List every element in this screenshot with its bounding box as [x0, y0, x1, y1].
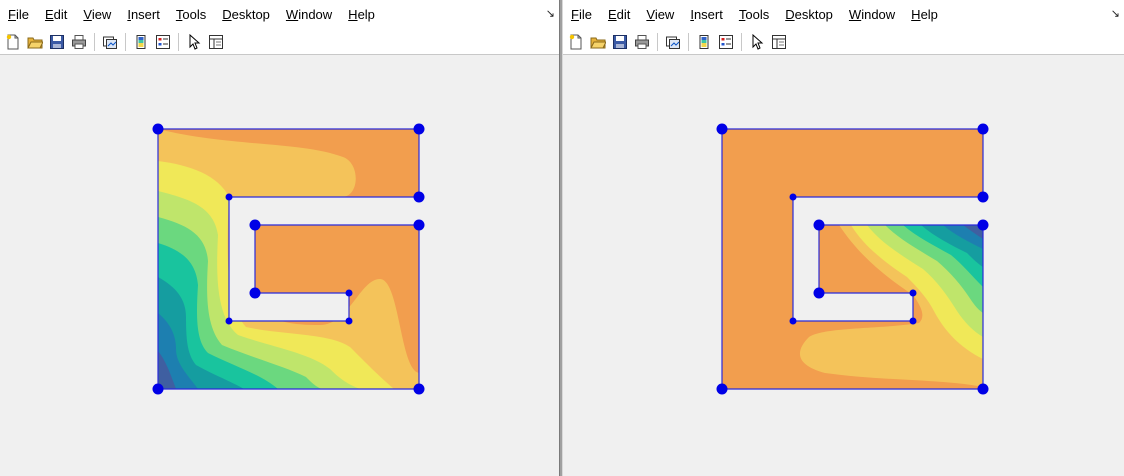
menu-bar: File Edit View Insert Tools Desktop Wind… [0, 0, 559, 30]
insert-legend-icon[interactable] [716, 32, 736, 52]
vertex-point[interactable] [413, 123, 425, 135]
open-file-icon[interactable] [25, 32, 45, 52]
menu-file[interactable]: File [563, 0, 600, 30]
vertex-point[interactable] [225, 317, 233, 325]
toolbar-separator [688, 33, 689, 51]
figure-toolbar [0, 30, 559, 55]
menu-desktop[interactable]: Desktop [777, 0, 841, 30]
vertex-point[interactable] [152, 383, 164, 395]
filled-contour-region-right [722, 129, 983, 389]
toolbar-separator [741, 33, 742, 51]
menu-edit[interactable]: Edit [37, 0, 75, 30]
property-inspector-icon[interactable] [206, 32, 226, 52]
vertex-point[interactable] [249, 219, 261, 231]
dock-arrow-icon[interactable]: ↘ [546, 7, 555, 20]
vertex-point[interactable] [413, 219, 425, 231]
menu-help[interactable]: Help [340, 0, 383, 30]
vertex-point[interactable] [152, 123, 164, 135]
new-file-icon[interactable] [3, 32, 23, 52]
print-icon[interactable] [69, 32, 89, 52]
insert-legend-icon[interactable] [153, 32, 173, 52]
figure-toolbar [563, 30, 1124, 55]
filled-contour-region-left [158, 129, 419, 389]
insert-colorbar-icon[interactable] [694, 32, 714, 52]
vertex-point[interactable] [909, 289, 917, 297]
insert-colorbar-icon[interactable] [131, 32, 151, 52]
menu-window[interactable]: Window [841, 0, 903, 30]
toolbar-separator [178, 33, 179, 51]
link-plot-icon[interactable] [100, 32, 120, 52]
menu-window[interactable]: Window [278, 0, 340, 30]
menu-desktop[interactable]: Desktop [214, 0, 278, 30]
menu-edit[interactable]: Edit [600, 0, 638, 30]
toolbar-separator [94, 33, 95, 51]
plot-axes-left [152, 123, 425, 395]
vertex-point[interactable] [909, 317, 917, 325]
link-plot-icon[interactable] [663, 32, 683, 52]
vertex-point[interactable] [977, 123, 989, 135]
vertex-point[interactable] [977, 219, 989, 231]
open-file-icon[interactable] [588, 32, 608, 52]
menu-insert[interactable]: Insert [682, 0, 731, 30]
menu-file[interactable]: File [0, 0, 37, 30]
plot-axes-right [716, 123, 989, 395]
pointer-icon[interactable] [747, 32, 767, 52]
new-file-icon[interactable] [566, 32, 586, 52]
vertex-point[interactable] [249, 287, 261, 299]
vertex-point[interactable] [813, 287, 825, 299]
vertex-point[interactable] [345, 317, 353, 325]
menu-tools[interactable]: Tools [731, 0, 777, 30]
dock-arrow-icon[interactable]: ↘ [1111, 7, 1120, 20]
vertex-point[interactable] [789, 193, 797, 201]
menu-insert[interactable]: Insert [119, 0, 168, 30]
figure-window-left: File Edit View Insert Tools Desktop Wind… [0, 0, 559, 476]
vertex-point[interactable] [813, 219, 825, 231]
vertex-point[interactable] [225, 193, 233, 201]
save-icon[interactable] [610, 32, 630, 52]
pointer-icon[interactable] [184, 32, 204, 52]
menu-view[interactable]: View [75, 0, 119, 30]
vertex-point[interactable] [413, 191, 425, 203]
vertex-point[interactable] [977, 191, 989, 203]
vertex-point[interactable] [345, 289, 353, 297]
menu-bar: File Edit View Insert Tools Desktop Wind… [563, 0, 1124, 30]
toolbar-separator [125, 33, 126, 51]
menu-tools[interactable]: Tools [168, 0, 214, 30]
print-icon[interactable] [632, 32, 652, 52]
vertex-point[interactable] [716, 123, 728, 135]
vertex-point[interactable] [716, 383, 728, 395]
figure-window-right: File Edit View Insert Tools Desktop Wind… [563, 0, 1124, 476]
menu-view[interactable]: View [638, 0, 682, 30]
vertex-point[interactable] [789, 317, 797, 325]
toolbar-separator [657, 33, 658, 51]
save-icon[interactable] [47, 32, 67, 52]
menu-help[interactable]: Help [903, 0, 946, 30]
vertex-point[interactable] [977, 383, 989, 395]
vertex-point[interactable] [413, 383, 425, 395]
property-inspector-icon[interactable] [769, 32, 789, 52]
